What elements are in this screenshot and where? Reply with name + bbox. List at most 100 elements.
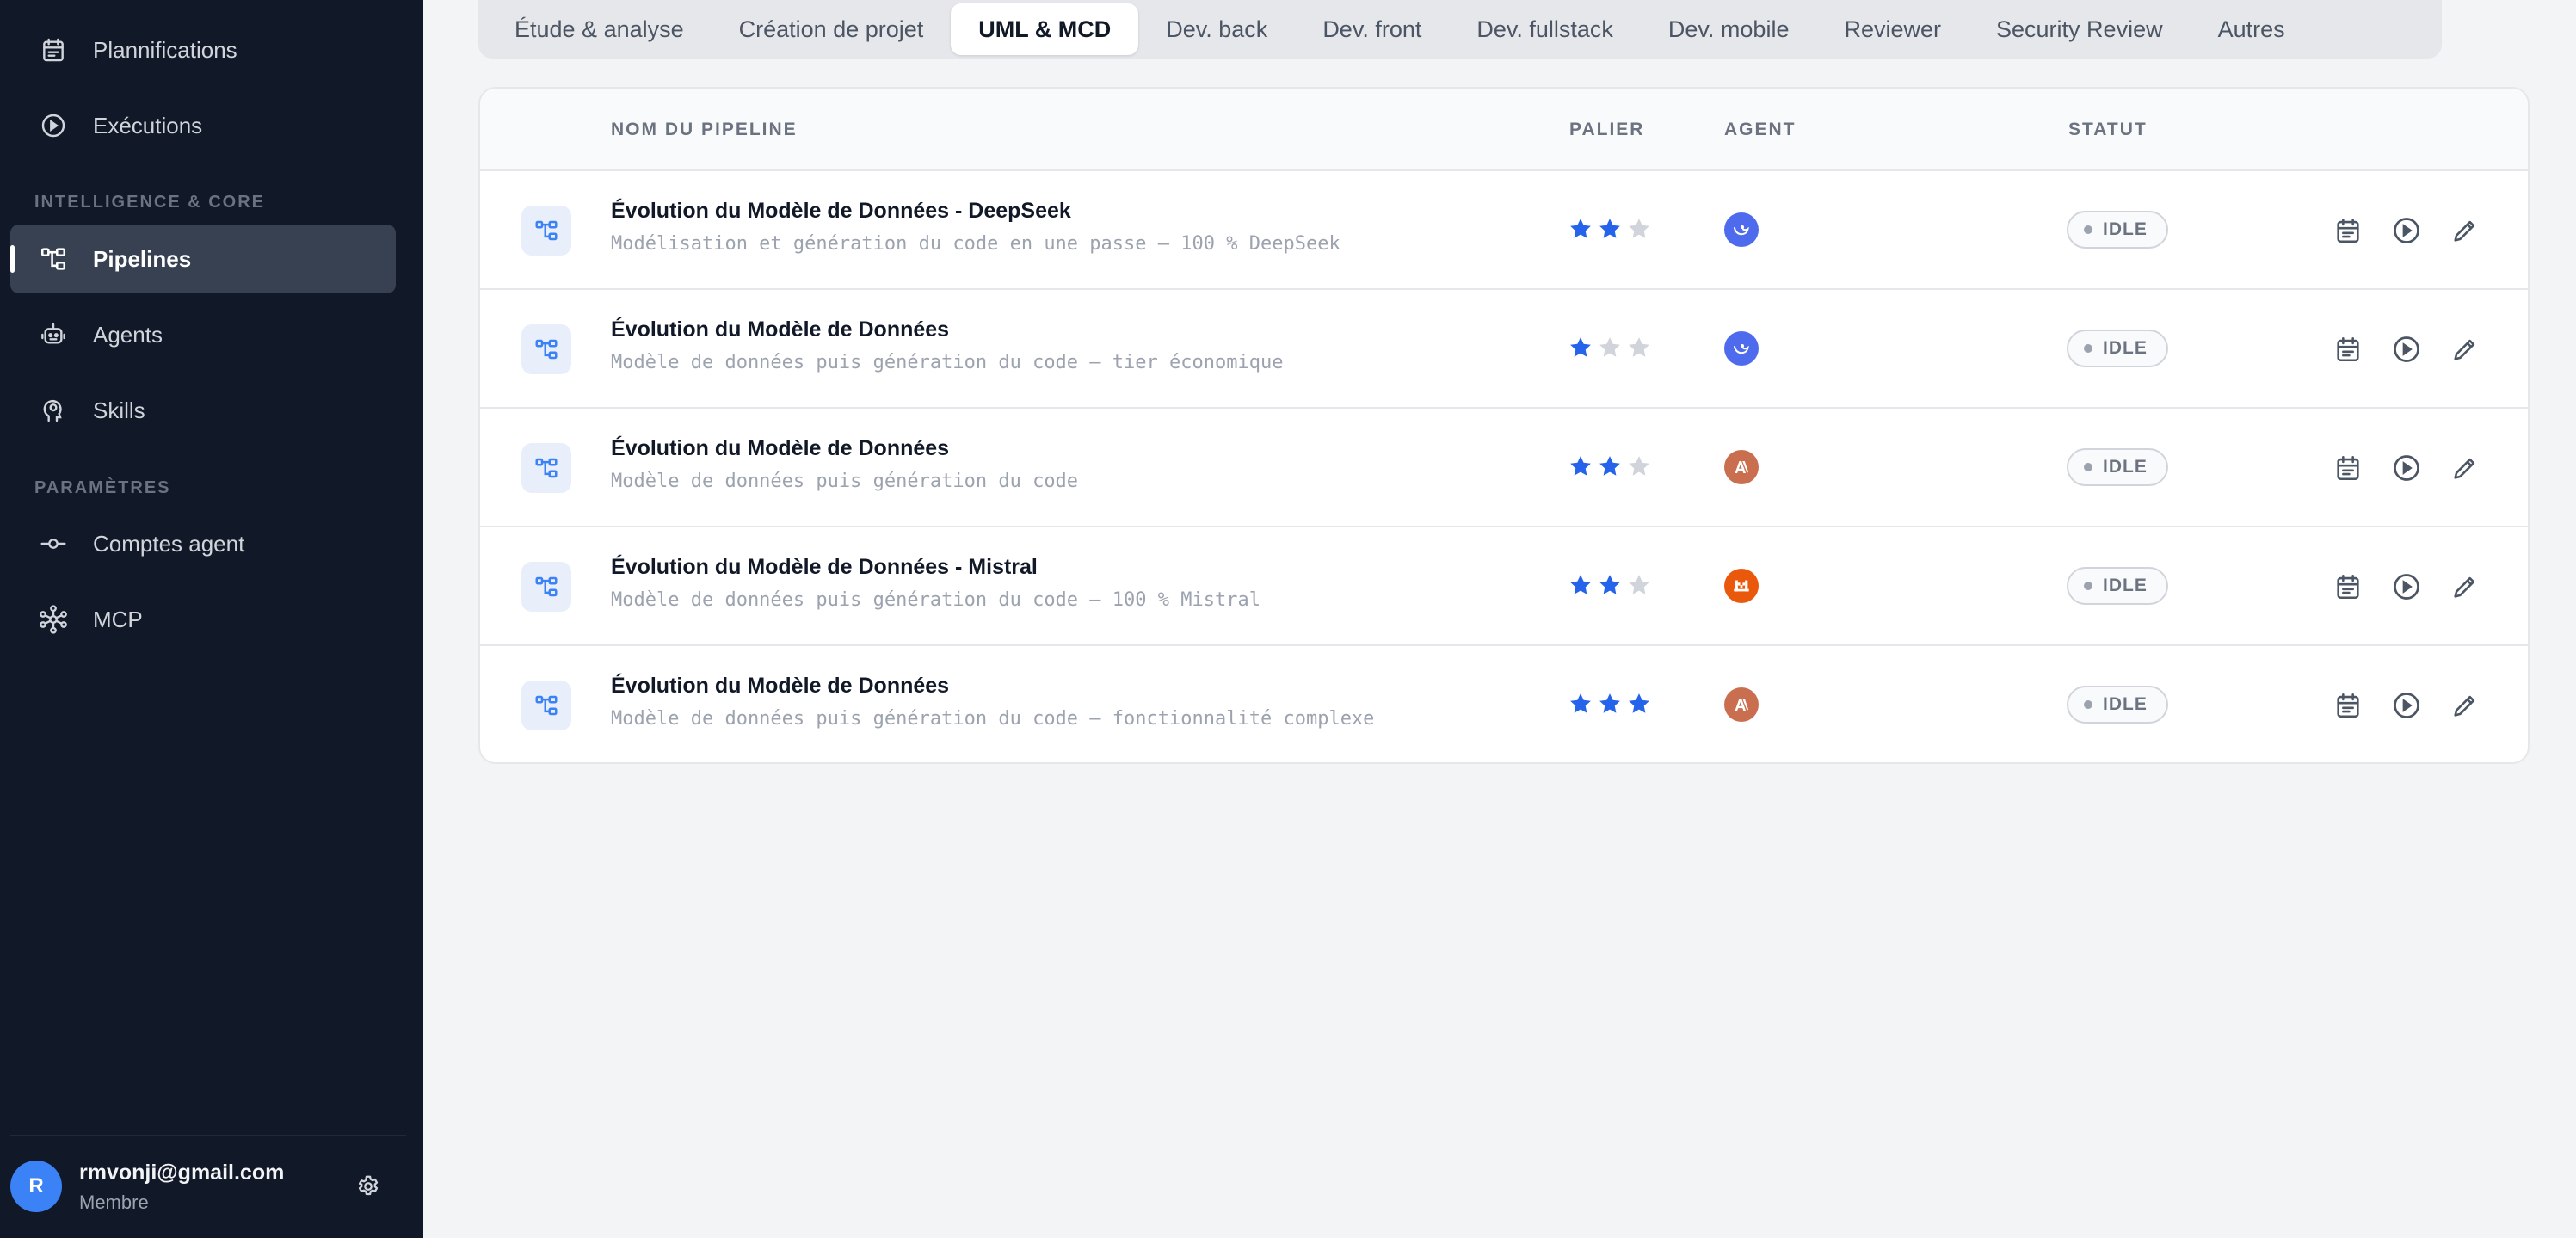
tab-creation-projet[interactable]: Création de projet (712, 3, 952, 55)
status-text: IDLE (2103, 576, 2148, 595)
star-empty-icon (1629, 575, 1649, 594)
play-circle-icon (36, 108, 71, 143)
column-header-agent: AGENT (1724, 120, 1796, 139)
play-circle-icon (2391, 571, 2422, 602)
pipelines-table: NOM DU PIPELINE PALIER AGENT STATUT Évol… (478, 87, 2530, 764)
tab-uml-mcd[interactable]: UML & MCD (951, 3, 1139, 55)
star-filled-icon (1599, 693, 1620, 713)
pipeline-name[interactable]: Évolution du Modèle de Données (611, 674, 949, 699)
pencil-icon (2450, 691, 2480, 720)
table-header: NOM DU PIPELINE PALIER AGENT STATUT (480, 89, 2528, 171)
calendar-icon (2333, 335, 2363, 364)
settings-button[interactable] (353, 1171, 384, 1202)
schedule-button[interactable] (2332, 570, 2364, 603)
edit-button[interactable] (2449, 452, 2481, 484)
play-circle-icon (2391, 334, 2422, 365)
table-row[interactable]: Évolution du Modèle de Données Modèle de … (480, 409, 2528, 527)
edit-button[interactable] (2449, 214, 2481, 247)
status-text: IDLE (2103, 457, 2148, 477)
pencil-icon (2450, 216, 2480, 245)
play-circle-icon (2391, 690, 2422, 721)
run-button[interactable] (2390, 333, 2423, 366)
robot-icon (36, 317, 71, 352)
sidebar-item-label: Comptes agent (93, 530, 245, 557)
commit-icon (36, 527, 71, 561)
pipeline-name[interactable]: Évolution du Modèle de Données (611, 317, 949, 342)
skill-head-icon (36, 393, 71, 428)
pipeline-name[interactable]: Évolution du Modèle de Données - DeepSee… (611, 199, 1071, 224)
star-filled-icon (1629, 693, 1649, 713)
schedule-button[interactable] (2332, 689, 2364, 722)
pipeline-description: Modèle de données puis génération du cod… (611, 589, 1260, 611)
edit-button[interactable] (2449, 570, 2481, 603)
deepseek-agent-icon (1724, 212, 1759, 247)
tab-security-review[interactable]: Security Review (1969, 3, 2191, 55)
sidebar-item-label: Pipelines (93, 245, 192, 272)
user-role: Membre (79, 1192, 149, 1213)
status-badge: IDLE (2067, 211, 2168, 249)
pencil-icon (2450, 453, 2480, 483)
calendar-icon (2333, 216, 2363, 245)
pipeline-name[interactable]: Évolution du Modèle de Données - Mistral (611, 555, 1038, 580)
tab-dev-mobile[interactable]: Dev. mobile (1641, 3, 1817, 55)
pipeline-icon (521, 562, 571, 612)
edit-button[interactable] (2449, 333, 2481, 366)
table-row[interactable]: Évolution du Modèle de Données - DeepSee… (480, 171, 2528, 290)
category-tabs: Étude & analyse Création de projet UML &… (478, 0, 2442, 59)
star-filled-icon (1570, 219, 1591, 238)
pipeline-description: Modèle de données puis génération du cod… (611, 708, 1375, 730)
edit-button[interactable] (2449, 689, 2481, 722)
tab-autres[interactable]: Autres (2191, 3, 2313, 55)
run-button[interactable] (2390, 689, 2423, 722)
table-row[interactable]: Évolution du Modèle de Données - Mistral… (480, 527, 2528, 646)
tier-rating (1568, 216, 1652, 242)
run-button[interactable] (2390, 452, 2423, 484)
tier-rating (1568, 572, 1652, 598)
sidebar-item-skills[interactable]: Skills (10, 376, 396, 445)
star-filled-icon (1570, 456, 1591, 476)
user-profile: R rmvonji@gmail.com Membre (10, 1135, 406, 1238)
status-text: IDLE (2103, 694, 2148, 714)
status-dot (2084, 700, 2092, 709)
star-empty-icon (1599, 337, 1620, 357)
sidebar-item-mcp[interactable]: MCP (10, 585, 396, 654)
pipeline-name[interactable]: Évolution du Modèle de Données (611, 436, 949, 461)
status-badge: IDLE (2067, 686, 2168, 724)
deepseek-agent-icon (1724, 331, 1759, 366)
sidebar: Plannifications Exécutions INTELLIGENCE … (0, 0, 423, 1238)
schedule-button[interactable] (2332, 333, 2364, 366)
anthropic-agent-icon (1724, 450, 1759, 484)
table-row[interactable]: Évolution du Modèle de Données Modèle de … (480, 646, 2528, 762)
sidebar-item-executions[interactable]: Exécutions (10, 91, 396, 160)
table-row[interactable]: Évolution du Modèle de Données Modèle de … (480, 290, 2528, 409)
sidebar-item-comptes-agent[interactable]: Comptes agent (10, 509, 396, 578)
star-empty-icon (1629, 337, 1649, 357)
sidebar-item-agents[interactable]: Agents (10, 300, 396, 369)
status-dot (2084, 463, 2092, 471)
play-circle-icon (2391, 215, 2422, 246)
pipeline-description: Modèle de données puis génération du cod… (611, 352, 1284, 373)
status-dot (2084, 582, 2092, 590)
mistral-agent-icon (1724, 569, 1759, 603)
avatar[interactable]: R (10, 1161, 62, 1212)
section-label-params: PARAMÈTRES (34, 478, 171, 497)
tab-dev-back[interactable]: Dev. back (1138, 3, 1295, 55)
star-filled-icon (1599, 575, 1620, 594)
schedule-button[interactable] (2332, 452, 2364, 484)
tab-dev-fullstack[interactable]: Dev. fullstack (1449, 3, 1641, 55)
tab-etude-analyse[interactable]: Étude & analyse (487, 3, 712, 55)
anthropic-agent-icon (1724, 687, 1759, 722)
run-button[interactable] (2390, 214, 2423, 247)
schedule-button[interactable] (2332, 214, 2364, 247)
run-button[interactable] (2390, 570, 2423, 603)
pipeline-icon (521, 443, 571, 493)
sidebar-item-plannifications[interactable]: Plannifications (10, 15, 396, 84)
column-header-name: NOM DU PIPELINE (611, 120, 798, 139)
sidebar-item-pipelines[interactable]: Pipelines (10, 225, 396, 293)
pipeline-icon (521, 206, 571, 256)
status-text: IDLE (2103, 338, 2148, 358)
tier-rating (1568, 453, 1652, 479)
pipeline-icon (521, 681, 571, 730)
tab-reviewer[interactable]: Reviewer (1816, 3, 1969, 55)
tab-dev-front[interactable]: Dev. front (1295, 3, 1449, 55)
